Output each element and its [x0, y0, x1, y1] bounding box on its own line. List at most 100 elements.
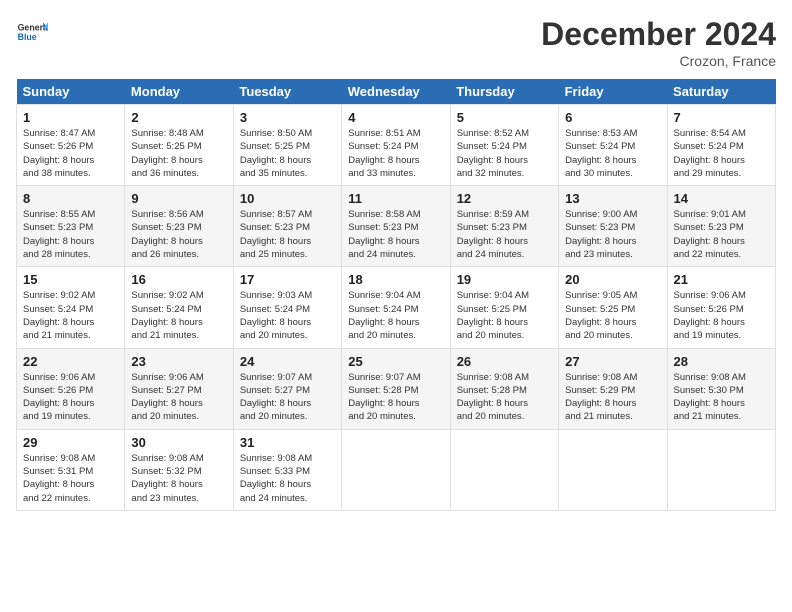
calendar-cell: [559, 429, 667, 510]
calendar-cell: 20 Sunrise: 9:05 AMSunset: 5:25 PMDaylig…: [559, 267, 667, 348]
calendar-cell: 21 Sunrise: 9:06 AMSunset: 5:26 PMDaylig…: [667, 267, 775, 348]
day-info: Sunrise: 9:08 AMSunset: 5:28 PMDaylight:…: [457, 371, 552, 424]
col-wednesday: Wednesday: [342, 79, 450, 105]
calendar-table: Sunday Monday Tuesday Wednesday Thursday…: [16, 79, 776, 511]
day-info: Sunrise: 9:07 AMSunset: 5:28 PMDaylight:…: [348, 371, 443, 424]
day-info: Sunrise: 8:53 AMSunset: 5:24 PMDaylight:…: [565, 127, 660, 180]
calendar-cell: 17 Sunrise: 9:03 AMSunset: 5:24 PMDaylig…: [233, 267, 341, 348]
day-number: 2: [131, 110, 226, 125]
col-saturday: Saturday: [667, 79, 775, 105]
calendar-cell: 26 Sunrise: 9:08 AMSunset: 5:28 PMDaylig…: [450, 348, 558, 429]
day-number: 5: [457, 110, 552, 125]
calendar-cell: 10 Sunrise: 8:57 AMSunset: 5:23 PMDaylig…: [233, 186, 341, 267]
day-info: Sunrise: 9:08 AMSunset: 5:29 PMDaylight:…: [565, 371, 660, 424]
page-container: General Blue December 2024 Crozon, Franc…: [0, 0, 792, 519]
col-monday: Monday: [125, 79, 233, 105]
day-info: Sunrise: 9:01 AMSunset: 5:23 PMDaylight:…: [674, 208, 769, 261]
day-number: 8: [23, 191, 118, 206]
day-number: 16: [131, 272, 226, 287]
calendar-cell: 25 Sunrise: 9:07 AMSunset: 5:28 PMDaylig…: [342, 348, 450, 429]
calendar-cell: [450, 429, 558, 510]
day-number: 27: [565, 354, 660, 369]
day-number: 13: [565, 191, 660, 206]
logo: General Blue: [16, 16, 48, 48]
calendar-cell: 16 Sunrise: 9:02 AMSunset: 5:24 PMDaylig…: [125, 267, 233, 348]
calendar-cell: 6 Sunrise: 8:53 AMSunset: 5:24 PMDayligh…: [559, 105, 667, 186]
calendar-cell: 22 Sunrise: 9:06 AMSunset: 5:26 PMDaylig…: [17, 348, 125, 429]
month-title: December 2024: [541, 16, 776, 53]
day-info: Sunrise: 9:08 AMSunset: 5:32 PMDaylight:…: [131, 452, 226, 505]
day-number: 3: [240, 110, 335, 125]
day-info: Sunrise: 8:50 AMSunset: 5:25 PMDaylight:…: [240, 127, 335, 180]
calendar-cell: 19 Sunrise: 9:04 AMSunset: 5:25 PMDaylig…: [450, 267, 558, 348]
calendar-cell: 1 Sunrise: 8:47 AMSunset: 5:26 PMDayligh…: [17, 105, 125, 186]
day-number: 26: [457, 354, 552, 369]
calendar-cell: 8 Sunrise: 8:55 AMSunset: 5:23 PMDayligh…: [17, 186, 125, 267]
calendar-cell: 5 Sunrise: 8:52 AMSunset: 5:24 PMDayligh…: [450, 105, 558, 186]
day-info: Sunrise: 9:06 AMSunset: 5:26 PMDaylight:…: [674, 289, 769, 342]
header: General Blue December 2024 Crozon, Franc…: [16, 16, 776, 69]
calendar-cell: 13 Sunrise: 9:00 AMSunset: 5:23 PMDaylig…: [559, 186, 667, 267]
title-block: December 2024 Crozon, France: [541, 16, 776, 69]
day-number: 1: [23, 110, 118, 125]
day-info: Sunrise: 9:04 AMSunset: 5:25 PMDaylight:…: [457, 289, 552, 342]
col-thursday: Thursday: [450, 79, 558, 105]
day-info: Sunrise: 8:56 AMSunset: 5:23 PMDaylight:…: [131, 208, 226, 261]
calendar-cell: 27 Sunrise: 9:08 AMSunset: 5:29 PMDaylig…: [559, 348, 667, 429]
day-number: 6: [565, 110, 660, 125]
day-info: Sunrise: 8:48 AMSunset: 5:25 PMDaylight:…: [131, 127, 226, 180]
calendar-cell: [342, 429, 450, 510]
day-info: Sunrise: 8:51 AMSunset: 5:24 PMDaylight:…: [348, 127, 443, 180]
col-sunday: Sunday: [17, 79, 125, 105]
day-number: 25: [348, 354, 443, 369]
day-info: Sunrise: 8:59 AMSunset: 5:23 PMDaylight:…: [457, 208, 552, 261]
day-number: 30: [131, 435, 226, 450]
day-info: Sunrise: 8:57 AMSunset: 5:23 PMDaylight:…: [240, 208, 335, 261]
day-number: 12: [457, 191, 552, 206]
day-number: 9: [131, 191, 226, 206]
day-info: Sunrise: 9:08 AMSunset: 5:33 PMDaylight:…: [240, 452, 335, 505]
day-number: 19: [457, 272, 552, 287]
day-number: 29: [23, 435, 118, 450]
day-number: 28: [674, 354, 769, 369]
calendar-cell: 15 Sunrise: 9:02 AMSunset: 5:24 PMDaylig…: [17, 267, 125, 348]
calendar-week-4: 22 Sunrise: 9:06 AMSunset: 5:26 PMDaylig…: [17, 348, 776, 429]
day-info: Sunrise: 9:04 AMSunset: 5:24 PMDaylight:…: [348, 289, 443, 342]
day-number: 20: [565, 272, 660, 287]
col-friday: Friday: [559, 79, 667, 105]
calendar-week-3: 15 Sunrise: 9:02 AMSunset: 5:24 PMDaylig…: [17, 267, 776, 348]
day-info: Sunrise: 9:08 AMSunset: 5:30 PMDaylight:…: [674, 371, 769, 424]
calendar-cell: 18 Sunrise: 9:04 AMSunset: 5:24 PMDaylig…: [342, 267, 450, 348]
header-row: Sunday Monday Tuesday Wednesday Thursday…: [17, 79, 776, 105]
calendar-cell: 3 Sunrise: 8:50 AMSunset: 5:25 PMDayligh…: [233, 105, 341, 186]
day-info: Sunrise: 9:05 AMSunset: 5:25 PMDaylight:…: [565, 289, 660, 342]
day-number: 17: [240, 272, 335, 287]
day-number: 14: [674, 191, 769, 206]
calendar-cell: 7 Sunrise: 8:54 AMSunset: 5:24 PMDayligh…: [667, 105, 775, 186]
calendar-cell: 30 Sunrise: 9:08 AMSunset: 5:32 PMDaylig…: [125, 429, 233, 510]
day-info: Sunrise: 9:06 AMSunset: 5:27 PMDaylight:…: [131, 371, 226, 424]
calendar-cell: 24 Sunrise: 9:07 AMSunset: 5:27 PMDaylig…: [233, 348, 341, 429]
calendar-cell: 2 Sunrise: 8:48 AMSunset: 5:25 PMDayligh…: [125, 105, 233, 186]
calendar-cell: 9 Sunrise: 8:56 AMSunset: 5:23 PMDayligh…: [125, 186, 233, 267]
calendar-cell: 4 Sunrise: 8:51 AMSunset: 5:24 PMDayligh…: [342, 105, 450, 186]
calendar-cell: 29 Sunrise: 9:08 AMSunset: 5:31 PMDaylig…: [17, 429, 125, 510]
calendar-cell: 14 Sunrise: 9:01 AMSunset: 5:23 PMDaylig…: [667, 186, 775, 267]
calendar-cell: 31 Sunrise: 9:08 AMSunset: 5:33 PMDaylig…: [233, 429, 341, 510]
day-number: 15: [23, 272, 118, 287]
svg-text:Blue: Blue: [18, 32, 37, 42]
day-number: 23: [131, 354, 226, 369]
location: Crozon, France: [541, 53, 776, 69]
calendar-cell: 23 Sunrise: 9:06 AMSunset: 5:27 PMDaylig…: [125, 348, 233, 429]
day-number: 22: [23, 354, 118, 369]
day-number: 10: [240, 191, 335, 206]
day-number: 4: [348, 110, 443, 125]
day-number: 7: [674, 110, 769, 125]
day-number: 31: [240, 435, 335, 450]
day-info: Sunrise: 8:58 AMSunset: 5:23 PMDaylight:…: [348, 208, 443, 261]
day-info: Sunrise: 9:02 AMSunset: 5:24 PMDaylight:…: [131, 289, 226, 342]
calendar-week-2: 8 Sunrise: 8:55 AMSunset: 5:23 PMDayligh…: [17, 186, 776, 267]
day-number: 24: [240, 354, 335, 369]
day-info: Sunrise: 8:47 AMSunset: 5:26 PMDaylight:…: [23, 127, 118, 180]
calendar-cell: [667, 429, 775, 510]
